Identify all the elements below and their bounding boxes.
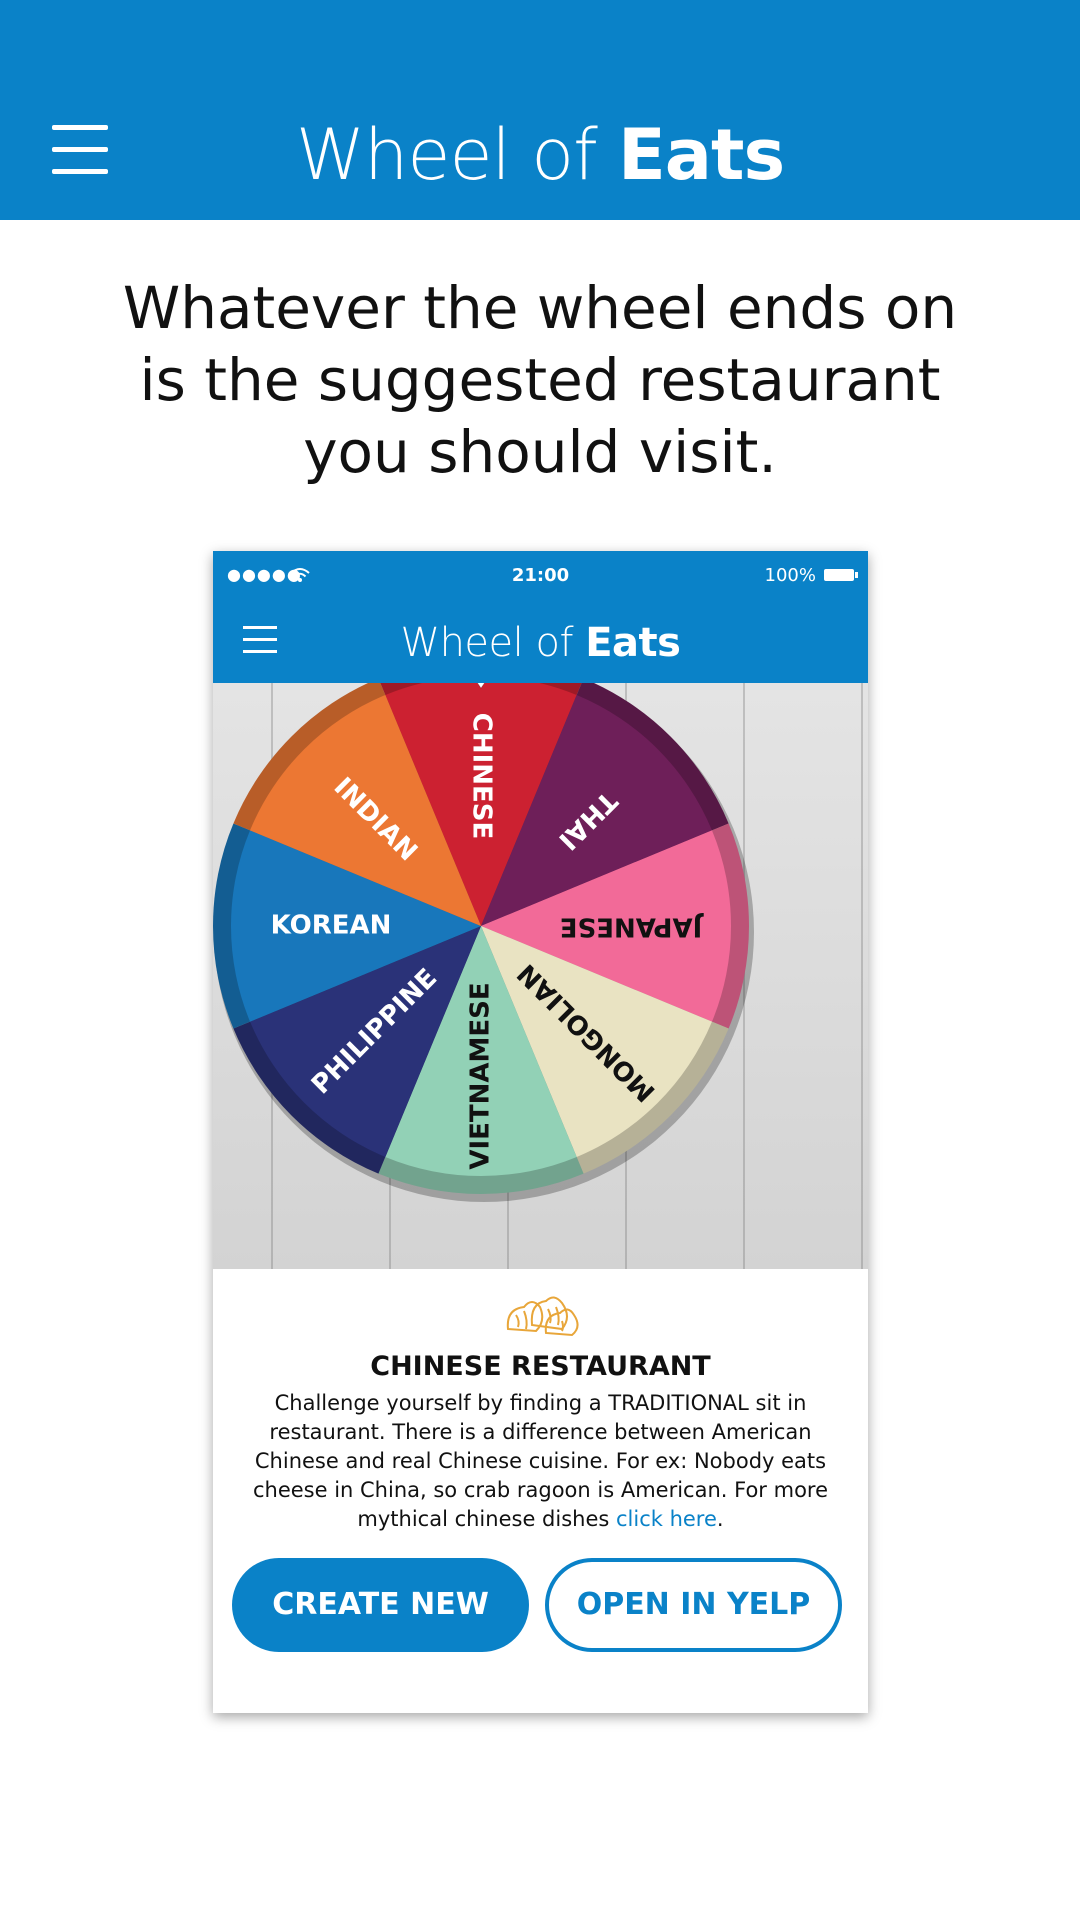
wheel-slice-label: VIETNAMESE	[466, 982, 496, 1169]
result-description-end: .	[716, 1507, 724, 1531]
phone-mockup: ●●●●● 21:00 100% Wheel of Eats CHINESE TH…	[213, 551, 868, 1713]
app-title-light: Wheel of	[295, 114, 618, 196]
open-in-yelp-button[interactable]: OPEN IN YELP	[545, 1558, 842, 1652]
tagline-line-1: Whatever the wheel ends on	[122, 274, 958, 342]
wheel-area: CHINESE THAI JAPANESE MONGOLIAN VIETNAMESE PH…	[213, 683, 868, 1269]
dumpling-icon	[506, 1296, 579, 1337]
tagline-line-2: is the suggested restaurant	[139, 346, 941, 414]
app-title: Wheel of Eats	[0, 112, 1080, 198]
app-title-bold: Eats	[617, 114, 785, 196]
result-heading: CHINESE RESTAURANT	[370, 1351, 711, 1382]
wheel-slice-label: KOREAN	[271, 911, 392, 941]
phone-title-bold: Eats	[585, 620, 681, 666]
phone-header: ●●●●● 21:00 100% Wheel of Eats	[213, 551, 868, 683]
tagline-line-3: you should visit.	[303, 418, 777, 486]
spin-wheel[interactable]: CHINESE THAIJAPANESEMONGOLIANVIETNAMESEPH…	[213, 683, 868, 1269]
app-header: Wheel of Eats	[0, 0, 1080, 220]
wheel-slice-label: CHINESE	[467, 713, 497, 840]
battery-percent: 100%	[764, 565, 816, 586]
status-bar: ●●●●● 21:00 100%	[213, 565, 868, 589]
result-description-text: Challenge yourself by finding a TRADITIO…	[252, 1391, 829, 1531]
click-here-link[interactable]: click here	[616, 1507, 717, 1531]
phone-title-light: Wheel of	[400, 620, 586, 666]
tagline: Whatever the wheel ends on is the sugges…	[80, 272, 1000, 488]
create-new-button[interactable]: CREATE NEW	[232, 1558, 529, 1652]
battery-icon	[824, 569, 858, 581]
wheel-slice-label: JAPANESE	[560, 912, 705, 942]
phone-title: Wheel of Eats	[213, 619, 868, 667]
result-info: CHINESE RESTAURANT Challenge yourself by…	[213, 1269, 868, 1713]
result-description: Challenge yourself by finding a TRADITIO…	[251, 1389, 830, 1534]
